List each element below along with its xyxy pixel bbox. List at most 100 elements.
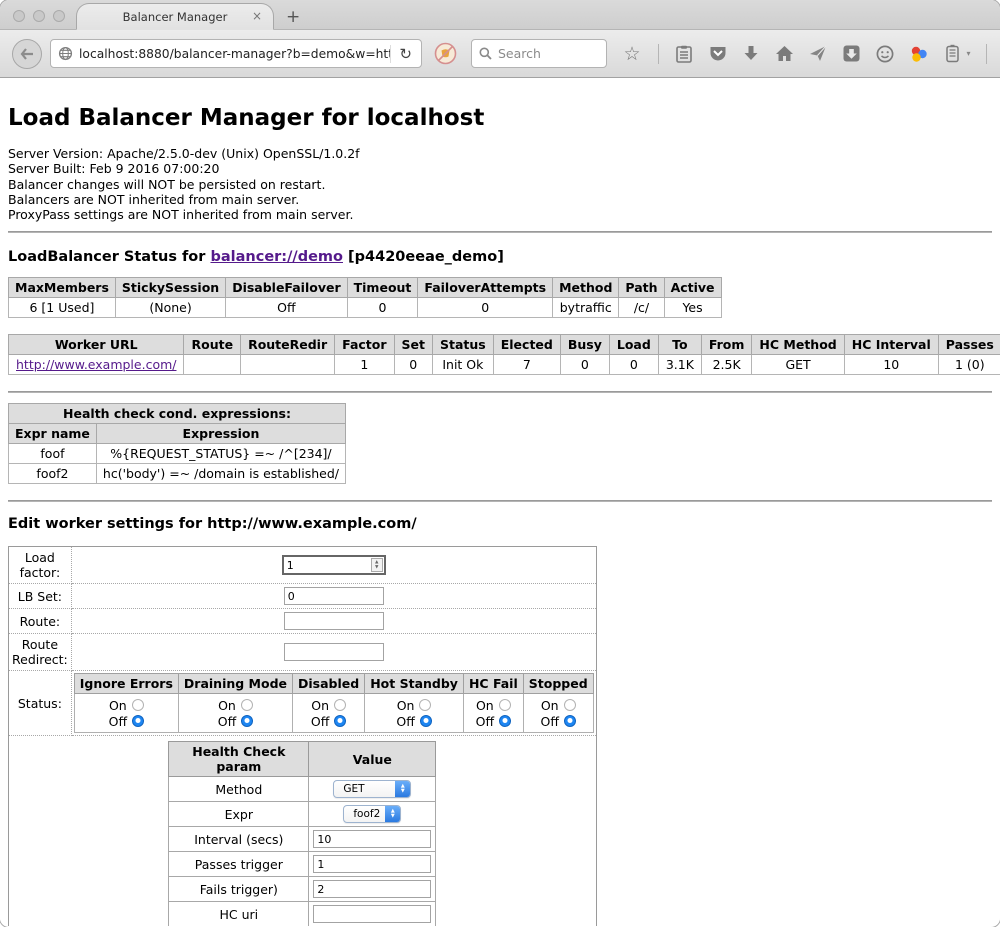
status-options-row: On Off On Off On Off <box>74 694 593 733</box>
worker-url-link[interactable]: http://www.example.com/ <box>16 357 176 372</box>
radio-label: Off <box>540 714 558 729</box>
reading-list-icon[interactable] <box>674 43 694 65</box>
stopped-off-radio[interactable] <box>564 715 576 727</box>
close-tab-icon[interactable]: × <box>252 10 262 22</box>
col-header: From <box>701 335 752 355</box>
form-row-load-factor: Load factor: 1 ▲▼ <box>9 547 597 584</box>
persist-notice-line: Balancer changes will NOT be persisted o… <box>8 177 992 192</box>
back-arrow-icon <box>20 48 34 60</box>
tab-balancer-manager[interactable]: Balancer Manager × <box>76 3 274 30</box>
status-cell-disabled: On Off <box>293 694 365 733</box>
hc-fail-off-radio[interactable] <box>499 715 511 727</box>
status-cell-draining-mode: On Off <box>178 694 292 733</box>
search-placeholder: Search <box>498 46 541 61</box>
disabled-on-radio[interactable] <box>334 699 346 711</box>
form-row-route: Route: <box>9 609 597 634</box>
search-icon <box>479 47 492 60</box>
table-header-row: Expr name Expression <box>9 424 346 444</box>
home-icon[interactable] <box>775 43 795 65</box>
col-header: Worker URL <box>9 335 184 355</box>
reload-icon[interactable]: ↻ <box>390 45 414 63</box>
cell: %{REQUEST_STATUS} =~ /^[234]/ <box>96 444 345 464</box>
new-tab-button[interactable]: + <box>286 7 300 27</box>
ignore-errors-on-radio[interactable] <box>132 699 144 711</box>
select-chevrons-icon: ▲▼ <box>385 806 400 822</box>
content-blocked-icon[interactable] <box>434 42 457 65</box>
zoom-window-button[interactable] <box>53 10 65 22</box>
close-window-button[interactable] <box>13 10 25 22</box>
col-header: Ignore Errors <box>74 674 178 694</box>
hc-expr-select[interactable]: foof2 ▲▼ <box>343 805 401 823</box>
cell: bytraffic <box>553 298 619 318</box>
col-header: DisableFailover <box>226 278 347 298</box>
tab-title: Balancer Manager <box>123 10 228 24</box>
worker-row: http://www.example.com/ 1 0 Init Ok 7 0 … <box>9 355 1000 375</box>
status-header-row: Ignore Errors Draining Mode Disabled Hot… <box>74 674 593 694</box>
col-header: Hot Standby <box>365 674 464 694</box>
balancer-demo-link[interactable]: balancer://demo <box>210 249 343 265</box>
col-header: Active <box>664 278 721 298</box>
feedback-smiley-icon[interactable] <box>875 43 895 65</box>
cell: 0 <box>347 298 418 318</box>
field-label: Route: <box>9 609 72 634</box>
draining-mode-on-radio[interactable] <box>241 699 253 711</box>
hc-fails-input[interactable]: 2 <box>313 880 431 898</box>
col-header: Path <box>619 278 664 298</box>
col-header: Value <box>309 742 436 777</box>
extension-download-icon[interactable] <box>842 43 862 65</box>
form-row-lb-set: LB Set: 0 <box>9 584 597 609</box>
lb-set-input[interactable]: 0 <box>284 587 384 605</box>
radio-label: On <box>109 698 127 713</box>
send-tab-icon[interactable] <box>808 43 828 65</box>
browser-window: Balancer Manager × + localhost:8880/bala… <box>0 0 1000 927</box>
hc-fail-on-radio[interactable] <box>499 699 511 711</box>
pocket-icon[interactable] <box>708 43 728 65</box>
col-header: Draining Mode <box>178 674 292 694</box>
divider <box>8 391 992 393</box>
cell <box>241 355 335 375</box>
form-row-route-redirect: Route Redirect: <box>9 634 597 671</box>
col-header: Load <box>609 335 658 355</box>
hc-uri-input[interactable] <box>313 905 431 923</box>
ignore-errors-off-radio[interactable] <box>132 715 144 727</box>
balancer-status-table: MaxMembers StickySession DisableFailover… <box>8 277 722 318</box>
minimize-window-button[interactable] <box>33 10 45 22</box>
hc-interval-input[interactable]: 10 <box>313 830 431 848</box>
number-stepper-icon[interactable]: ▲▼ <box>371 558 383 572</box>
param-label: Fails trigger) <box>169 877 309 902</box>
url-text[interactable]: localhost:8880/balancer-manager?b=demo&w… <box>79 47 390 61</box>
bookmark-star-icon[interactable]: ☆ <box>622 43 642 65</box>
param-row-expr: Expr foof2 ▲▼ <box>169 802 436 827</box>
disabled-off-radio[interactable] <box>334 715 346 727</box>
draining-mode-off-radio[interactable] <box>241 715 253 727</box>
param-label: Passes trigger <box>169 852 309 877</box>
param-label: Method <box>169 777 309 802</box>
route-input[interactable] <box>284 612 384 630</box>
route-redirect-input[interactable] <box>284 643 384 661</box>
stopped-on-radio[interactable] <box>564 699 576 711</box>
hc-method-select[interactable]: GET ▲▼ <box>333 780 411 798</box>
back-button[interactable] <box>12 39 42 69</box>
cell: http://www.example.com/ <box>9 355 184 375</box>
hot-standby-off-radio[interactable] <box>420 715 432 727</box>
battery-extension-icon[interactable] <box>942 43 962 65</box>
navigation-toolbar: localhost:8880/balancer-manager?b=demo&w… <box>0 30 1000 78</box>
cell: Off <box>226 298 347 318</box>
url-bar[interactable]: localhost:8880/balancer-manager?b=demo&w… <box>50 39 422 68</box>
hot-standby-on-radio[interactable] <box>419 699 431 711</box>
cell: 1 <box>335 355 394 375</box>
radio-label: On <box>311 698 329 713</box>
table-row: 6 [1 Used] (None) Off 0 0 bytraffic /c/ … <box>9 298 722 318</box>
overflow-caret-icon[interactable]: ▾ <box>967 49 971 58</box>
colors-extension-icon[interactable] <box>909 43 929 65</box>
form-row-health-check: Health Check param Value Method GET ▲▼ <box>9 736 597 926</box>
load-factor-input[interactable]: 1 ▲▼ <box>282 555 386 575</box>
col-header: Timeout <box>347 278 418 298</box>
heading-suffix: [p4420eeae_demo] <box>343 249 504 265</box>
search-bar[interactable]: Search <box>471 39 607 68</box>
downloads-icon[interactable] <box>741 43 761 65</box>
cell: (None) <box>115 298 225 318</box>
param-label: HC uri <box>169 902 309 926</box>
col-header: Set <box>394 335 432 355</box>
hc-passes-input[interactable]: 1 <box>313 855 431 873</box>
